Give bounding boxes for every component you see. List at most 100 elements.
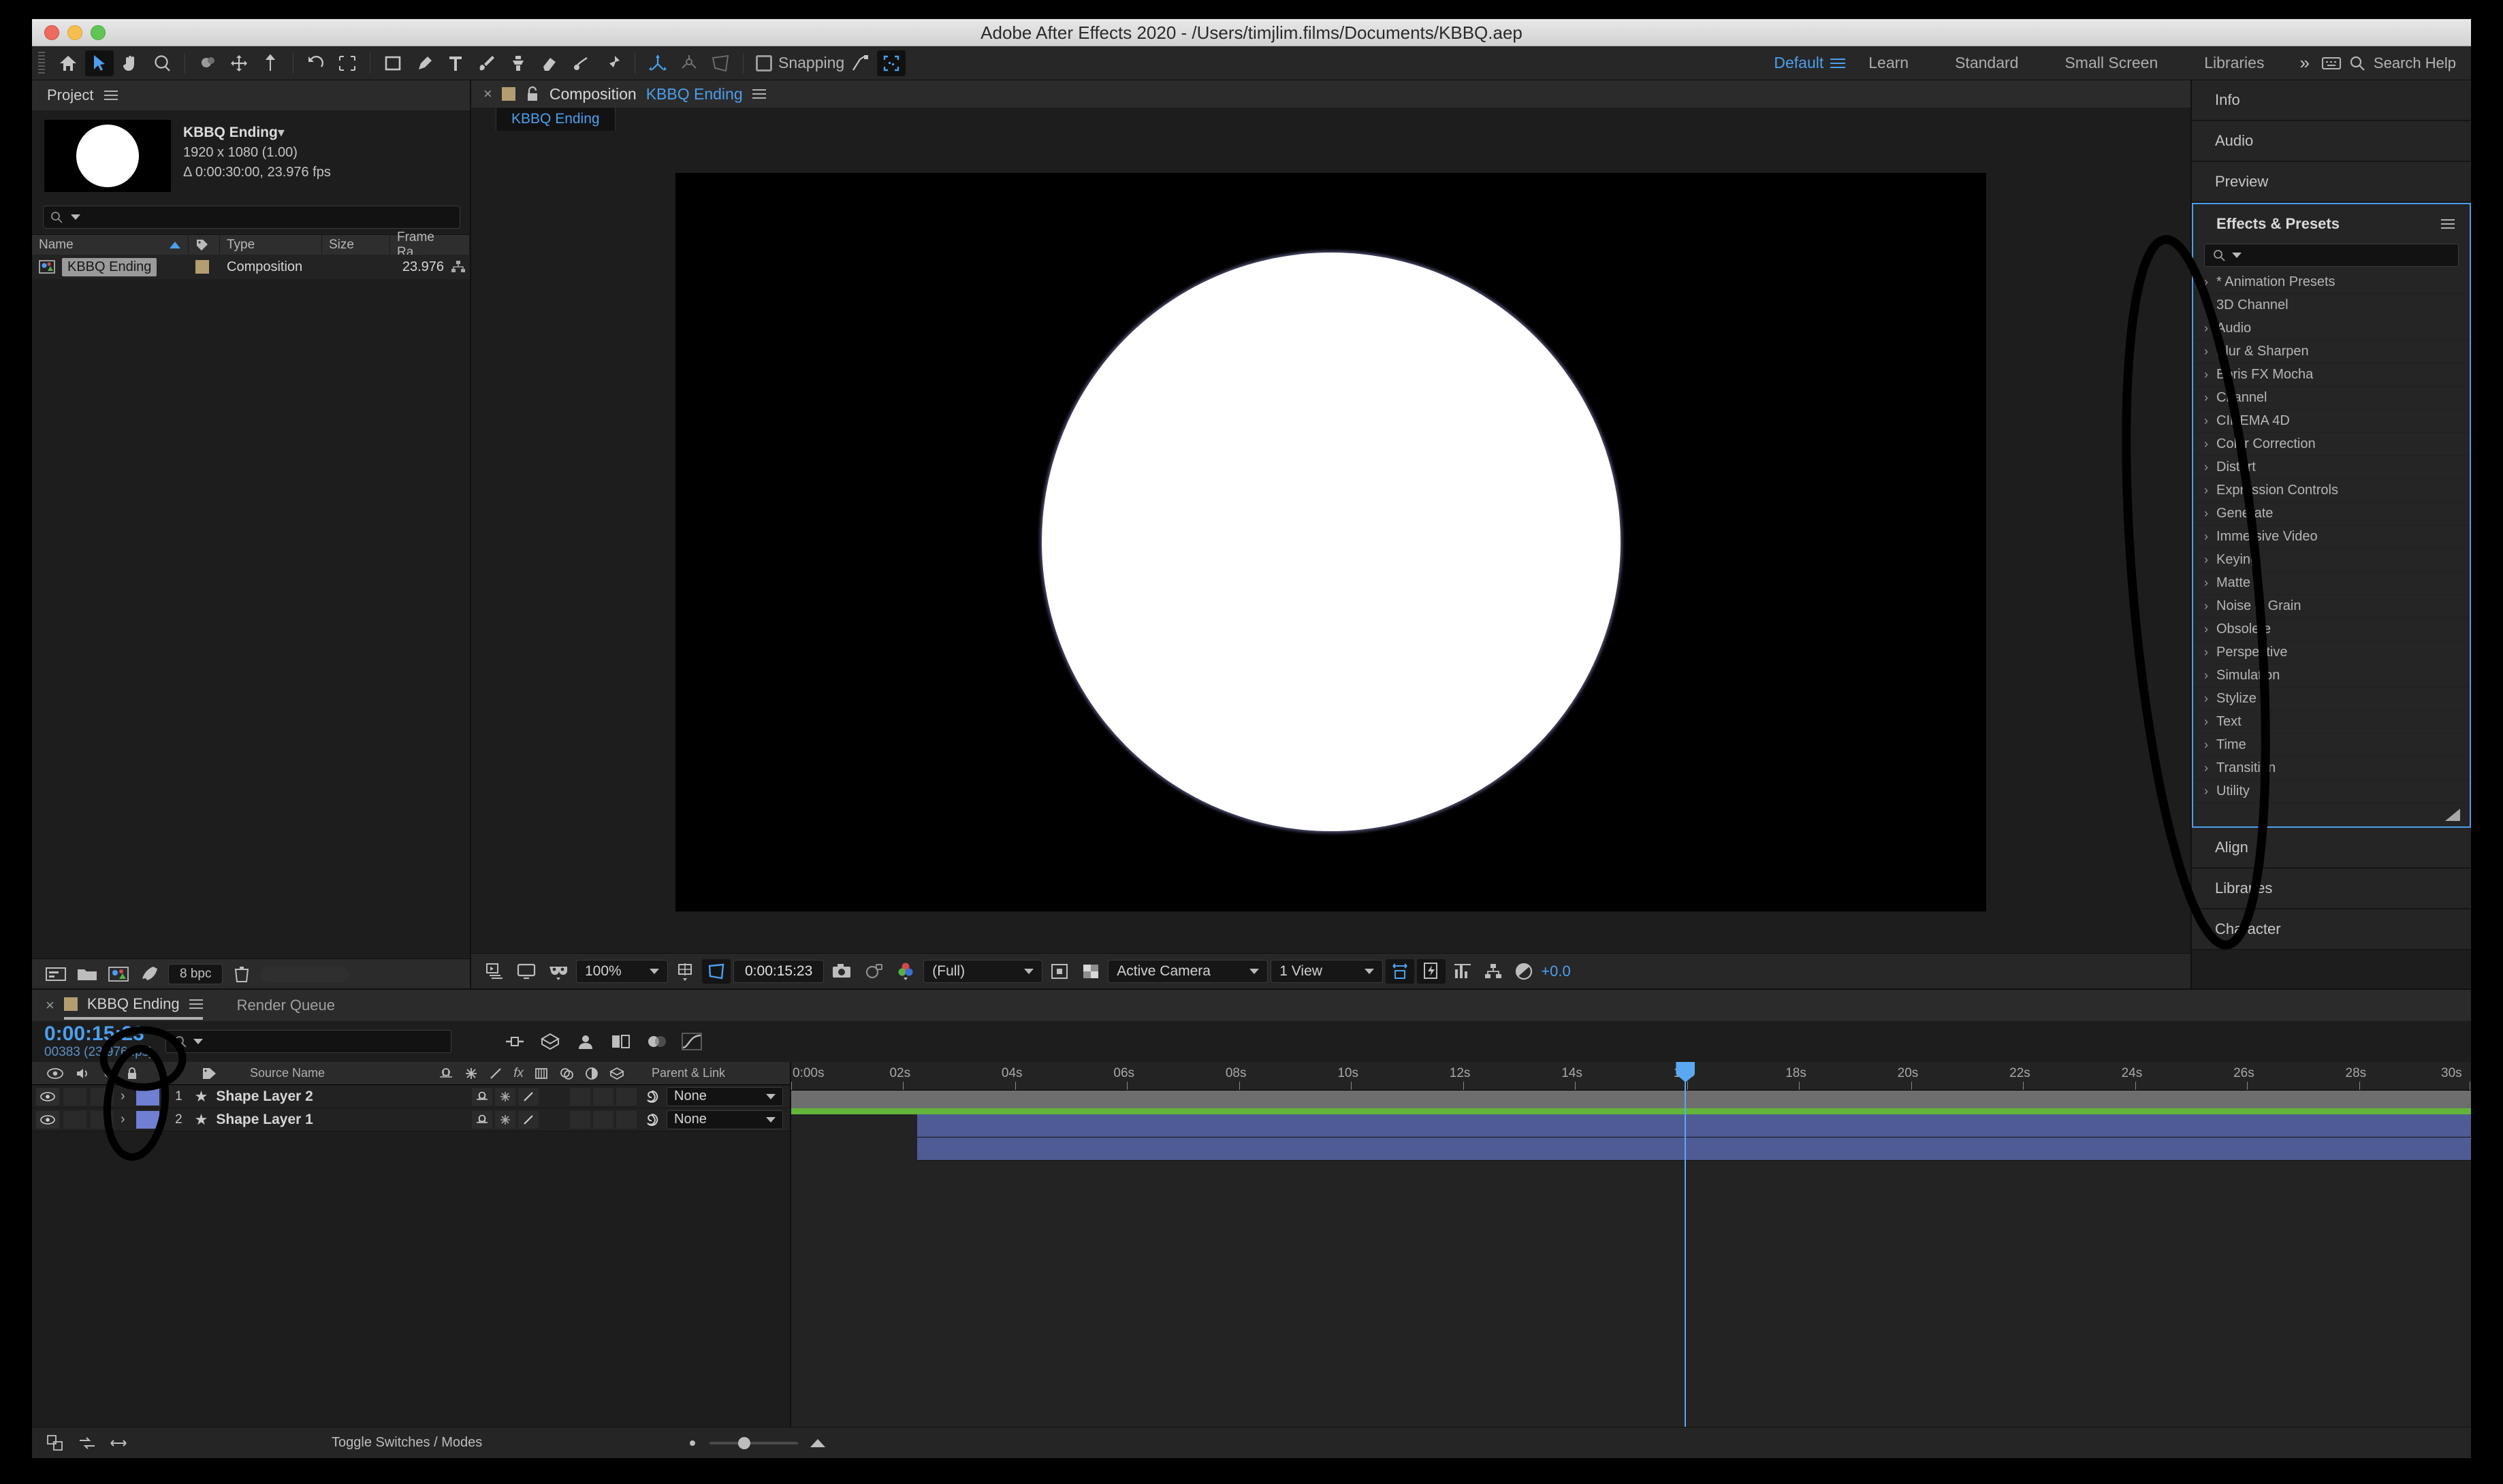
chevron-right-icon[interactable]: › bbox=[2204, 761, 2208, 775]
layer-quality-switch[interactable] bbox=[495, 1110, 515, 1129]
view-layout-dropdown[interactable]: 1 View bbox=[1271, 959, 1384, 983]
effects-category-row[interactable]: › Perspective bbox=[2193, 641, 2470, 664]
comp-mini-flowchart-icon[interactable] bbox=[505, 1033, 525, 1050]
mask-corner-icon[interactable] bbox=[877, 50, 906, 76]
chevron-right-icon[interactable]: › bbox=[2204, 414, 2208, 428]
transfer-controls-icon[interactable] bbox=[78, 1435, 96, 1451]
snap-handle-icon[interactable] bbox=[846, 50, 874, 76]
chevron-right-icon[interactable]: › bbox=[2204, 576, 2208, 590]
effects-category-row[interactable]: › Text bbox=[2193, 711, 2470, 734]
effects-category-row[interactable]: › * Animation Presets bbox=[2193, 271, 2470, 294]
chevron-right-icon[interactable]: › bbox=[2204, 668, 2208, 683]
chevron-right-icon[interactable]: › bbox=[2204, 622, 2208, 636]
table-row[interactable]: KBBQ Ending Composition 23.976 bbox=[32, 255, 470, 279]
comp-flowchart-icon[interactable] bbox=[1480, 959, 1507, 984]
hide-shy-layers-icon[interactable] bbox=[575, 1033, 596, 1050]
snapshot-icon[interactable] bbox=[827, 959, 857, 984]
puppet-pin-tool-icon[interactable] bbox=[598, 50, 626, 76]
always-preview-icon[interactable] bbox=[481, 959, 509, 984]
clone-stamp-tool-icon[interactable] bbox=[504, 50, 532, 76]
layer-motion-blur-switch[interactable] bbox=[570, 1110, 590, 1129]
layer-label-color[interactable] bbox=[135, 1087, 159, 1106]
composition-panel-header[interactable]: × Composition KBBQ Ending bbox=[471, 80, 2190, 108]
composition-panel-menu-icon[interactable] bbox=[752, 86, 766, 101]
layer-list-column[interactable]: Source Name fx Parent & Link › 1 ★ Shape La… bbox=[32, 1062, 791, 1427]
layer-rows-container[interactable]: › 1 ★ Shape Layer 2 None › 2 ★ Shape Layer 1 None bbox=[32, 1085, 790, 1131]
effects-category-row[interactable]: › Utility bbox=[2193, 780, 2470, 803]
timeline-flowchart-icon[interactable] bbox=[1448, 959, 1477, 984]
layer-switches[interactable] bbox=[472, 1110, 643, 1129]
layer-duration-bars[interactable] bbox=[791, 1114, 2471, 1161]
draft-3d-icon[interactable] bbox=[540, 1033, 560, 1050]
effects-search-input[interactable] bbox=[2204, 244, 2459, 267]
resolution-dropdown[interactable]: (Full) bbox=[923, 959, 1043, 983]
layer-duration-bar[interactable] bbox=[917, 1138, 2471, 1161]
chevron-right-icon[interactable]: › bbox=[2204, 553, 2208, 567]
chevron-right-icon[interactable]: › bbox=[2204, 391, 2208, 405]
pickwhip-icon[interactable] bbox=[643, 1112, 660, 1128]
chevron-right-icon[interactable]: › bbox=[2204, 344, 2208, 359]
align-axis-icon[interactable] bbox=[643, 50, 672, 76]
chevron-right-icon[interactable]: › bbox=[2204, 483, 2208, 498]
panel-libraries[interactable]: Libraries bbox=[2192, 869, 2471, 909]
effects-category-row[interactable]: › Distort bbox=[2193, 456, 2470, 479]
layer-label-color[interactable] bbox=[135, 1110, 159, 1129]
effects-category-row[interactable]: › Keying bbox=[2193, 549, 2470, 572]
zoom-in-icon[interactable] bbox=[809, 1437, 827, 1449]
table-row[interactable]: › 2 ★ Shape Layer 1 None bbox=[32, 1108, 790, 1131]
composition-stage[interactable] bbox=[675, 172, 1986, 912]
column-header-label[interactable] bbox=[189, 235, 220, 255]
layer-effects-switch[interactable] bbox=[518, 1110, 539, 1129]
snapping-toggle[interactable]: Snapping bbox=[756, 54, 844, 72]
timeline-tab-render-queue[interactable]: Render Queue bbox=[237, 997, 335, 1014]
rectangle-tool-icon[interactable] bbox=[379, 50, 407, 76]
circle-shape-layer[interactable] bbox=[1041, 253, 1621, 831]
project-footer-pill[interactable] bbox=[261, 965, 350, 982]
timeline-panel-header[interactable]: × KBBQ Ending Render Queue bbox=[32, 990, 2471, 1021]
transform-box-icon[interactable] bbox=[706, 50, 735, 76]
project-panel-menu-icon[interactable] bbox=[104, 88, 118, 103]
layer-duration-bar[interactable] bbox=[917, 1114, 2471, 1138]
column-header-type[interactable]: Type bbox=[220, 235, 322, 255]
layer-visibility-toggle[interactable] bbox=[36, 1087, 59, 1106]
new-animation-preset-icon[interactable] bbox=[2445, 809, 2460, 821]
brush-tool-icon[interactable] bbox=[473, 50, 501, 76]
timeline-search-input[interactable] bbox=[165, 1030, 451, 1053]
effects-category-list[interactable]: › * Animation Presets › 3D Channel › Audio › Bl… bbox=[2193, 271, 2470, 803]
panel-info[interactable]: Info bbox=[2192, 80, 2471, 121]
project-item-caret-icon[interactable]: ▾ bbox=[278, 125, 285, 140]
type-tool-icon[interactable] bbox=[441, 50, 470, 76]
exposure-icon[interactable] bbox=[1510, 959, 1538, 984]
effects-category-row[interactable]: › Channel bbox=[2193, 387, 2470, 410]
panel-align[interactable]: Align bbox=[2192, 828, 2471, 869]
column-header-parent-link[interactable]: Parent & Link bbox=[643, 1066, 790, 1080]
timeline-sub-toolbar[interactable]: 0:00:15:23 00383 (23.976 fps) bbox=[32, 1021, 2471, 1062]
chevron-right-icon[interactable]: › bbox=[121, 1088, 125, 1104]
effects-category-row[interactable]: › Simulation bbox=[2193, 664, 2470, 688]
graph-editor-icon[interactable] bbox=[681, 1033, 702, 1050]
chevron-down-icon[interactable] bbox=[193, 1039, 203, 1044]
chevron-down-icon[interactable] bbox=[766, 1093, 776, 1099]
layer-visibility-toggle[interactable] bbox=[36, 1110, 59, 1129]
effects-panel-footer[interactable] bbox=[2193, 803, 2470, 826]
toggle-switches-modes-button[interactable]: Toggle Switches / Modes bbox=[332, 1435, 482, 1451]
chevron-down-icon[interactable] bbox=[1249, 968, 1260, 974]
workspace-overflow-icon[interactable]: » bbox=[2287, 52, 2321, 74]
chevron-down-icon[interactable] bbox=[1024, 968, 1034, 974]
chevron-down-icon[interactable] bbox=[650, 968, 659, 974]
3d-glasses-icon[interactable] bbox=[543, 959, 573, 984]
panel-preview[interactable]: Preview bbox=[2192, 162, 2471, 203]
effects-category-row[interactable]: › Generate bbox=[2193, 502, 2470, 526]
channel-rgb-icon[interactable] bbox=[891, 959, 921, 984]
layer-adjustment-switch[interactable] bbox=[593, 1110, 613, 1129]
label-color-swatch[interactable] bbox=[195, 260, 209, 274]
chevron-right-icon[interactable]: › bbox=[2204, 506, 2208, 521]
column-header-frame-rate[interactable]: Frame Ra... bbox=[390, 230, 470, 259]
effects-category-row[interactable]: › Immersive Video bbox=[2193, 526, 2470, 549]
camera-dropdown[interactable]: Active Camera bbox=[1108, 959, 1269, 983]
table-row[interactable]: › 1 ★ Shape Layer 2 None bbox=[32, 1085, 790, 1108]
viewer-toolbar[interactable]: 100% 0:00:15:23 (Full) Active Camera 1 V… bbox=[471, 953, 2190, 988]
chevron-right-icon[interactable]: › bbox=[2204, 298, 2208, 312]
workspace-tabs[interactable]: Default Learn Standard Small Screen Libr… bbox=[1751, 52, 2471, 74]
grid-guides-icon[interactable] bbox=[671, 959, 699, 984]
